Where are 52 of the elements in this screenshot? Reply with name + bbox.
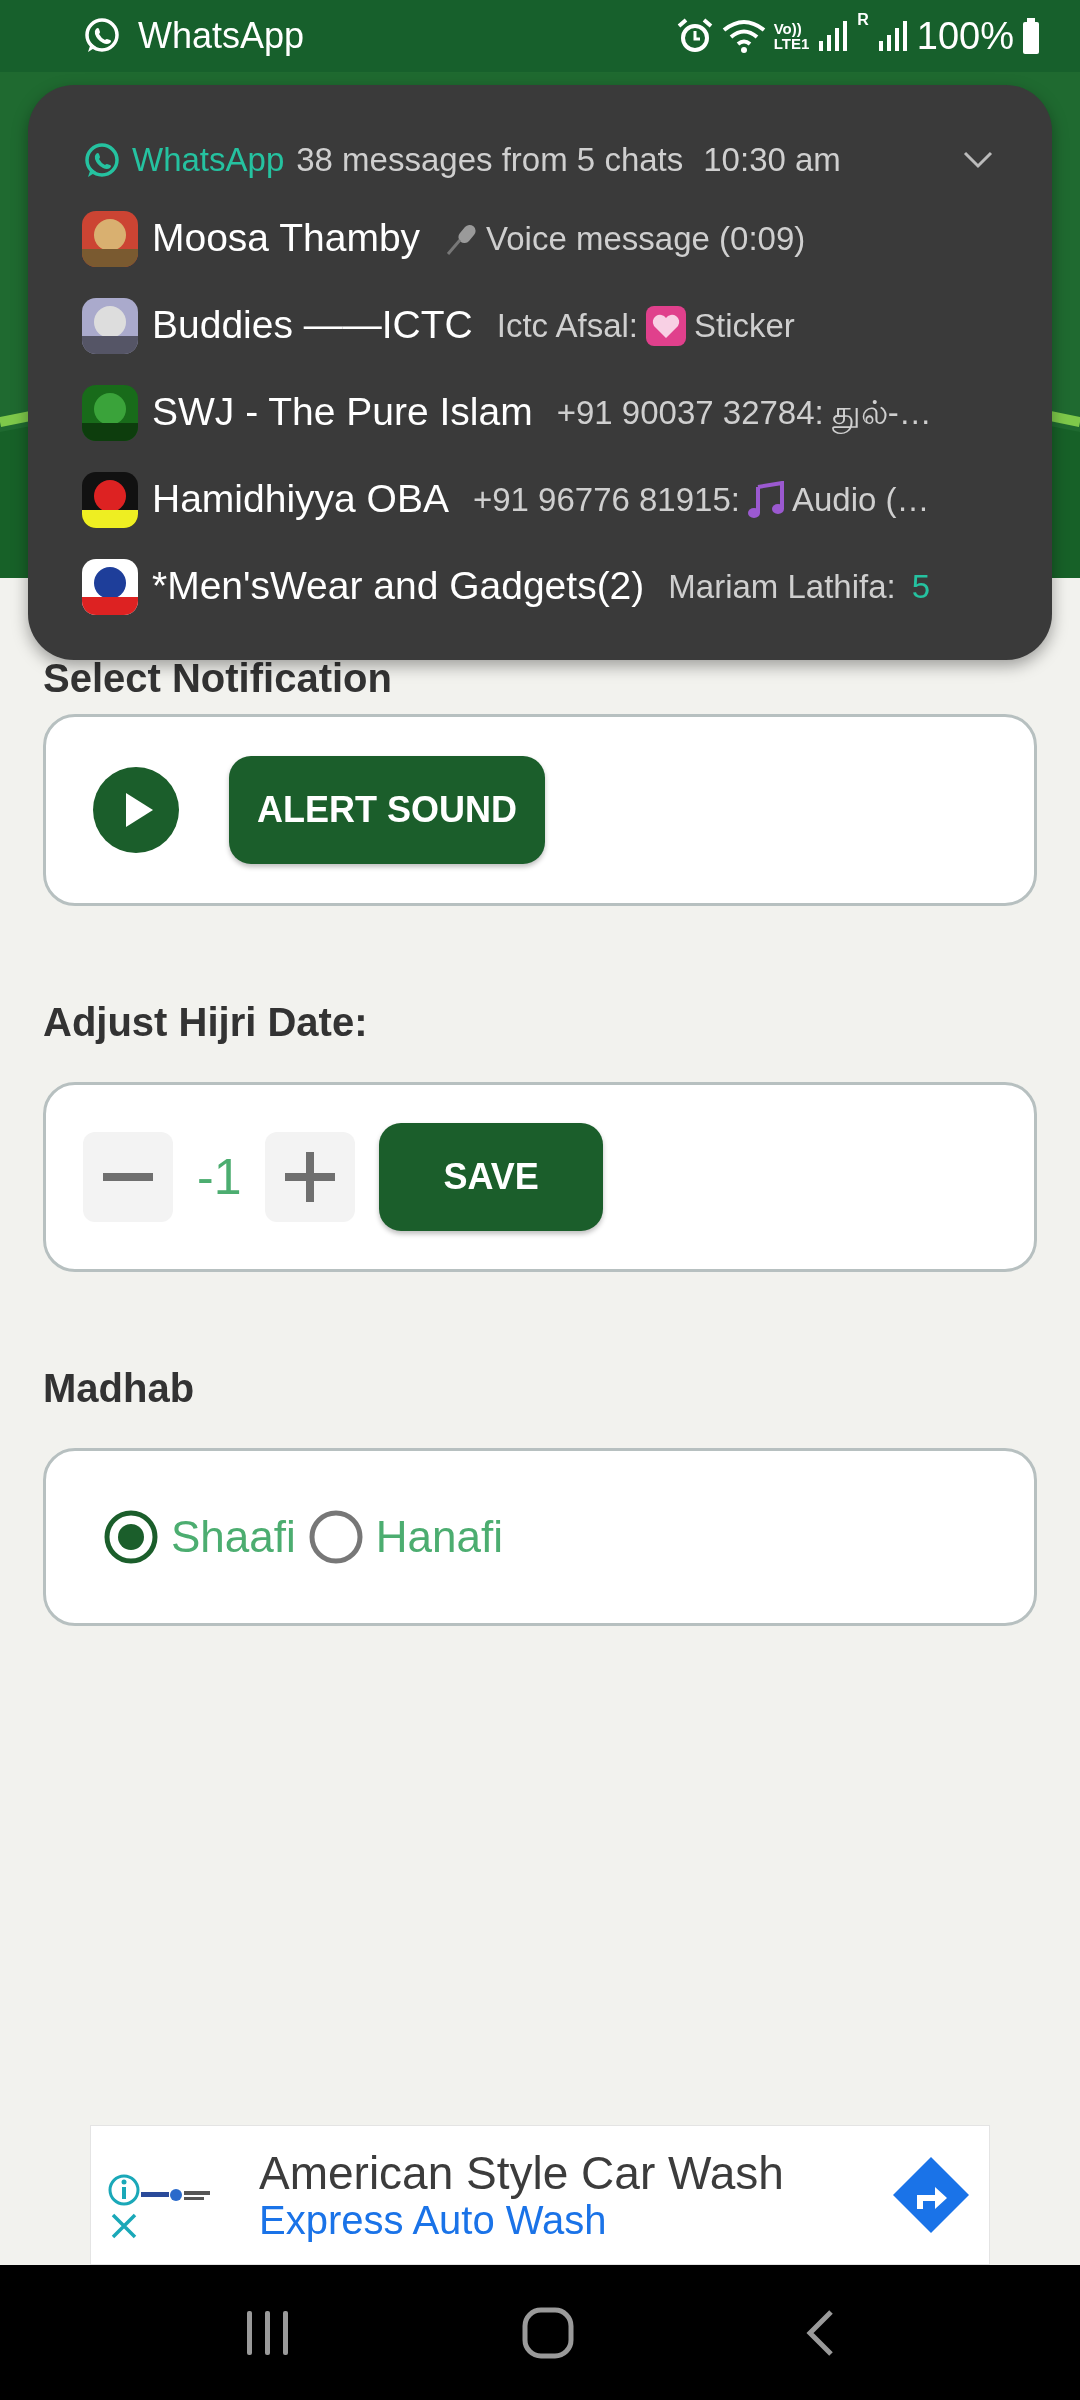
save-button[interactable]: SAVE: [379, 1123, 603, 1231]
message-sender: Mariam Lathifa:: [668, 566, 896, 607]
message-preview: Sticker: [694, 305, 795, 346]
message-preview: துல்-…: [831, 387, 932, 438]
chat-name[interactable]: Moosa Thamby: [152, 209, 421, 268]
home-icon[interactable]: [522, 2306, 574, 2359]
ad-logo-icon: [141, 2187, 211, 2203]
increment-button[interactable]: [265, 1132, 356, 1222]
ad-headline[interactable]: American Style Car Wash: [259, 2147, 891, 2199]
app-name: WhatsApp: [138, 14, 305, 58]
signal-icon: [817, 19, 850, 53]
message-sender: +91 96776 81915:: [472, 479, 740, 520]
signal-icon: [876, 19, 909, 53]
close-icon[interactable]: [109, 2211, 139, 2241]
message-preview: Voice message (0:09): [486, 218, 806, 259]
chat-name[interactable]: *Men'sWear and Gadgets(2): [152, 557, 645, 616]
chat-name[interactable]: Hamidhiyya OBA: [152, 470, 449, 529]
decrement-button[interactable]: [83, 1132, 173, 1222]
message-preview: Audio (…: [791, 479, 930, 520]
section-title: Adjust Hijri Date:: [43, 999, 369, 1046]
lte-label: LTE1: [773, 36, 810, 51]
alert-sound-button[interactable]: ALERT SOUND: [229, 756, 545, 864]
chevron-down-icon[interactable]: [962, 150, 994, 170]
sticker-icon: [646, 305, 686, 346]
chat-name[interactable]: SWJ - The Pure Islam: [152, 383, 533, 442]
message-sender: +91 90037 32784:: [556, 392, 824, 433]
ad-advertiser[interactable]: Express Auto Wash: [259, 2198, 891, 2243]
notification-app: WhatsApp: [132, 140, 285, 181]
volte-label: Vo)): [773, 21, 803, 36]
section-title: Select Notification: [43, 655, 393, 702]
music-note-icon: [747, 480, 784, 519]
battery-icon: [1022, 18, 1040, 54]
radio-button[interactable]: [307, 1509, 364, 1565]
directions-icon[interactable]: [891, 2155, 971, 2235]
message-sender: Ictc Afsal:: [496, 305, 638, 346]
hijri-offset: -1: [197, 1147, 242, 1207]
play-button[interactable]: [93, 767, 179, 853]
section-title: Madhab: [43, 1365, 196, 1412]
message-count: 5: [911, 566, 931, 607]
battery-level: 100%: [916, 13, 1014, 59]
alarm-icon: [675, 17, 714, 55]
plus-icon: [285, 1152, 336, 1202]
notification-time: 10:30 am: [703, 140, 841, 181]
back-icon[interactable]: [804, 2308, 835, 2357]
wifi-icon: [721, 18, 766, 54]
notification-summary: 38 messages from 5 chats: [296, 140, 684, 181]
info-icon[interactable]: [107, 2173, 141, 2207]
radio-button[interactable]: [103, 1509, 159, 1565]
roaming-label: R: [857, 9, 869, 30]
minus-icon: [103, 1172, 153, 1182]
chat-name[interactable]: Buddies ——ICTC: [152, 296, 473, 355]
whatsapp-icon: [82, 141, 120, 179]
